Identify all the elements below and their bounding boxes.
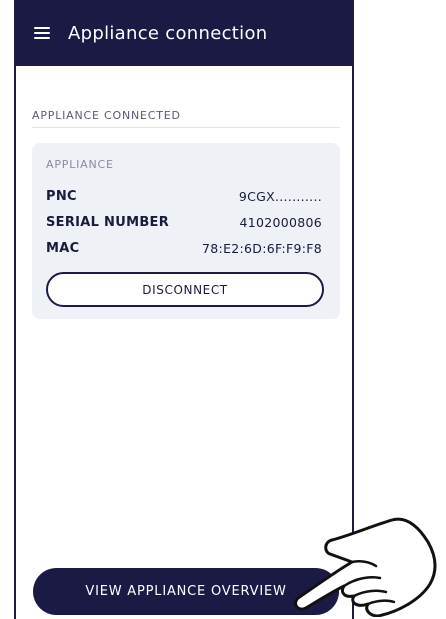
pointing-hand-icon <box>294 517 437 617</box>
appliance-card: APPLIANCE PNC 9CGX........... SERIAL NUM… <box>32 143 340 319</box>
section-label-appliance-connected: APPLIANCE CONNECTED <box>32 109 181 122</box>
hamburger-menu-icon[interactable] <box>34 27 50 39</box>
disconnect-button[interactable]: DISCONNECT <box>46 272 324 307</box>
mac-row: MAC 78:E2:6D:6F:F9:F8 <box>46 241 322 256</box>
serial-number-label: SERIAL NUMBER <box>46 215 170 230</box>
pnc-label: PNC <box>46 189 77 204</box>
mac-value: 78:E2:6D:6F:F9:F8 <box>202 241 322 256</box>
page-title: Appliance connection <box>68 22 268 44</box>
pnc-value: 9CGX........... <box>238 189 322 204</box>
app-header: Appliance connection <box>16 0 352 66</box>
serial-number-value: 4102000806 <box>239 215 322 230</box>
serial-number-row: SERIAL NUMBER 4102000806 <box>46 215 322 230</box>
pnc-row: PNC 9CGX........... <box>46 189 322 204</box>
mac-label: MAC <box>46 241 80 256</box>
section-divider <box>32 127 340 128</box>
card-caption: APPLIANCE <box>46 158 114 171</box>
